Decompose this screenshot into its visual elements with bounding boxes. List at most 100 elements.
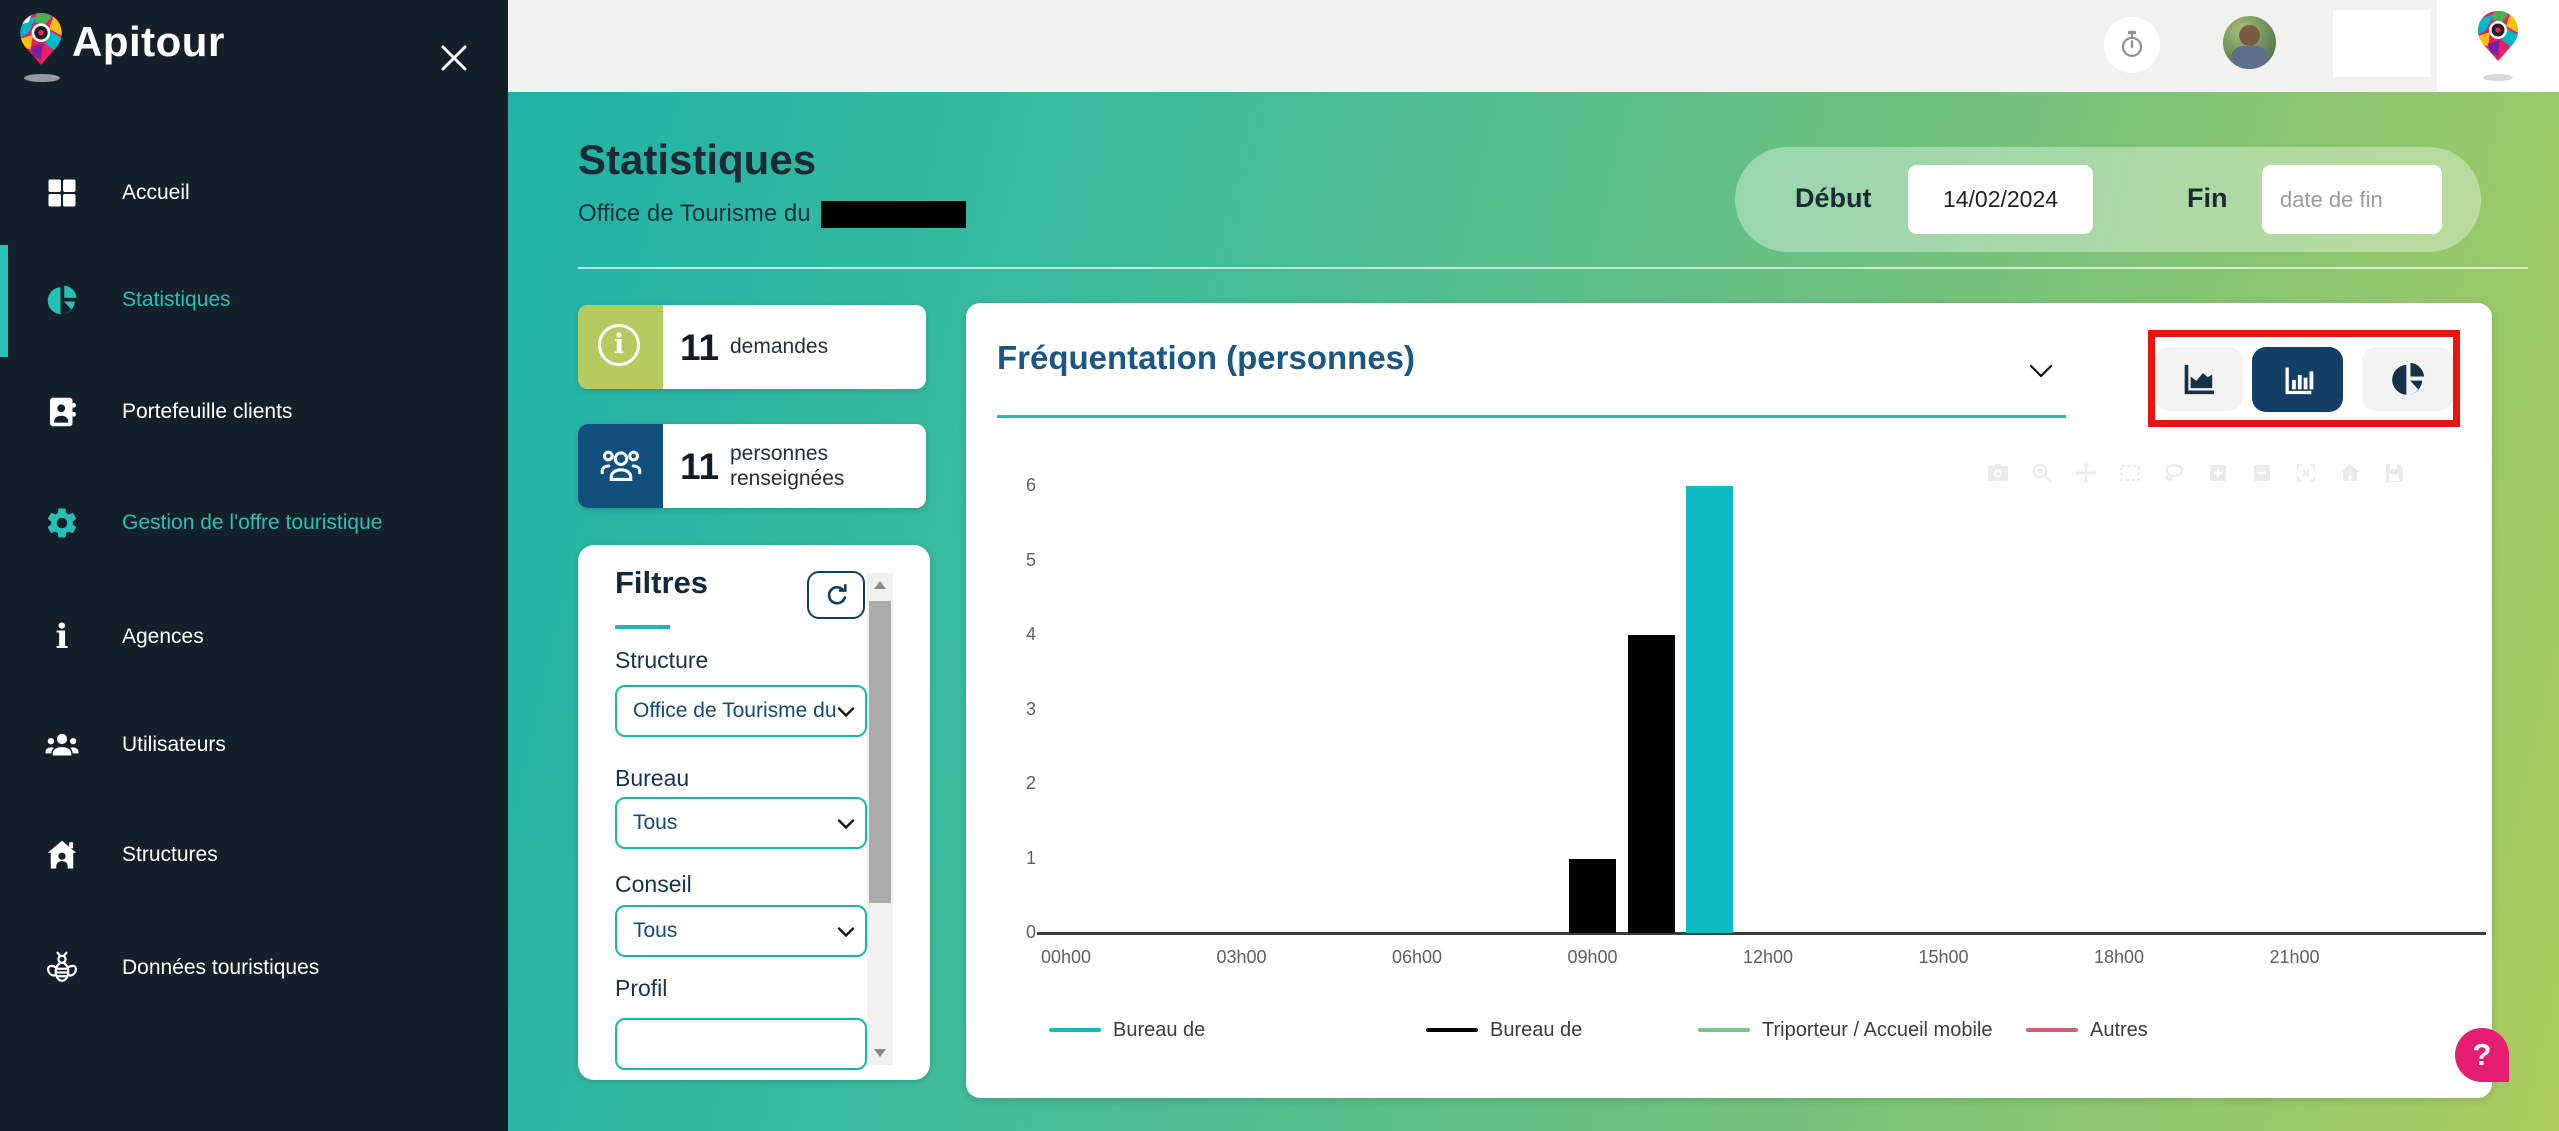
sidebar-item-gestion-offre[interactable]: Gestion de l'offre touristique [0,491,508,555]
x-axis-tick-label: 12h00 [1723,947,1813,968]
zoom-in-icon[interactable] [2206,461,2230,485]
stat-label: personnes renseignées [730,441,915,491]
bureau-select[interactable]: Tous [615,797,867,849]
start-date-label: Début [1795,183,1872,214]
help-button[interactable]: ? [2455,1028,2509,1082]
sidebar-item-label: Accueil [122,181,190,205]
sidebar-item-label: Portefeuille clients [122,400,292,424]
filter-label-bureau: Bureau [615,765,689,792]
user-avatar[interactable] [2223,16,2276,69]
scroll-down-icon[interactable] [874,1049,886,1057]
chevron-down-icon [837,705,855,723]
page-title: Statistiques [578,136,816,184]
zoom-icon[interactable] [2030,461,2054,485]
plot-toolbar [1986,461,2406,485]
timer-button[interactable] [2104,17,2160,73]
filter-label-profil: Profil [615,975,667,1002]
y-axis-tick-label: 4 [994,624,1036,645]
sidebar-item-label: Agences [122,625,204,649]
structure-select-value: Office de Tourisme du [633,699,838,723]
structure-select[interactable]: Office de Tourisme du [615,685,867,737]
legend-label: Autres [2090,1019,2148,1042]
info-circle-icon: i [598,324,640,366]
legend-swatch [2026,1028,2078,1032]
box-select-icon[interactable] [2118,461,2142,485]
y-axis-tick-label: 3 [994,699,1036,720]
legend-swatch [1698,1028,1750,1032]
pin-shadow [24,74,60,82]
topbar-logo[interactable] [2437,0,2559,92]
house-icon [44,837,80,873]
x-axis-tick-label: 18h00 [2074,947,2164,968]
sidebar-item-statistiques[interactable]: Statistiques [0,268,508,332]
x-axis-tick-label: 06h00 [1372,947,1462,968]
close-sidebar-icon[interactable] [434,38,474,78]
filters-title: Filtres [615,565,708,601]
page-subtitle: Office de Tourisme du [578,200,966,228]
main-content: Statistiques Office de Tourisme du Début… [508,92,2559,1131]
save-icon[interactable] [2382,461,2406,485]
bar-chart-view-button[interactable] [2252,347,2343,412]
sidebar-item-agences[interactable]: i Agences [0,605,508,669]
refresh-filters-button[interactable] [807,571,865,619]
stat-card-demandes: i 11 demandes [578,305,926,389]
chart-title: Fréquentation (personnes) [997,339,1415,377]
filters-title-underline [615,625,670,629]
filters-scrollbar[interactable] [867,573,893,1065]
camera-icon[interactable] [1986,461,2010,485]
scrollbar-thumb[interactable] [869,601,891,903]
scroll-up-icon[interactable] [874,581,886,589]
contacts-icon [44,394,80,430]
y-axis-tick-label: 1 [994,848,1036,869]
sidebar-item-donnees-touristiques[interactable]: Données touristiques [0,936,508,1000]
x-axis-tick-label: 00h00 [1021,947,1111,968]
x-axis-line [1037,932,2486,935]
y-axis-tick-label: 2 [994,773,1036,794]
sidebar-item-label: Statistiques [122,288,231,312]
legend-item[interactable]: Triporteur / Accueil mobile [1698,1015,1992,1045]
legend-item[interactable]: Autres [2026,1015,2148,1045]
sidebar-item-accueil[interactable]: Accueil [0,161,508,225]
y-axis-tick-label: 6 [994,475,1036,496]
stat-label: demandes [730,334,915,359]
pie-chart-view-button[interactable] [2362,347,2453,411]
x-axis-tick-label: 15h00 [1899,947,1989,968]
profil-select[interactable] [615,1018,867,1070]
filter-label-structure: Structure [615,647,708,674]
apitour-pin-icon [18,12,64,75]
bar[interactable] [1569,859,1616,934]
end-date-input[interactable] [2262,165,2442,234]
pan-icon[interactable] [2074,461,2098,485]
filter-label-conseil: Conseil [615,871,692,898]
redacted-structure-name [821,201,966,228]
bar[interactable] [1628,635,1675,933]
sidebar-item-portefeuille-clients[interactable]: Portefeuille clients [0,380,508,444]
stat-value: 11 [680,327,726,369]
chevron-down-icon [837,817,855,835]
start-date-input[interactable] [1908,165,2093,234]
bar[interactable] [1686,486,1733,933]
info-icon: i [44,619,80,655]
stat-icon-block [578,424,663,508]
legend-item[interactable]: Bureau de [1426,1015,1582,1045]
y-axis-tick-label: 0 [994,922,1036,943]
chart-collapse-chevron-icon[interactable] [2028,363,2054,384]
legend-label: Bureau de [1113,1019,1205,1042]
lasso-select-icon[interactable] [2162,461,2186,485]
conseil-select[interactable]: Tous [615,905,867,957]
autoscale-icon[interactable] [2294,461,2318,485]
chevron-down-icon [837,925,855,943]
chart-title-underline [997,415,2066,418]
x-axis-tick-label: 21h00 [2250,947,2340,968]
home-icon[interactable] [2338,461,2362,485]
redacted-username [2333,10,2430,77]
legend-item[interactable]: Bureau de [1049,1015,1205,1045]
area-chart-view-button[interactable] [2155,347,2243,411]
legend-swatch [1426,1028,1478,1032]
zoom-out-icon[interactable] [2250,461,2274,485]
sidebar-item-structures[interactable]: Structures [0,823,508,887]
stat-icon-block: i [578,305,663,389]
app-logo: Apitour [0,0,508,100]
sidebar-item-utilisateurs[interactable]: Utilisateurs [0,713,508,777]
date-range-picker: Début Fin [1735,147,2481,252]
